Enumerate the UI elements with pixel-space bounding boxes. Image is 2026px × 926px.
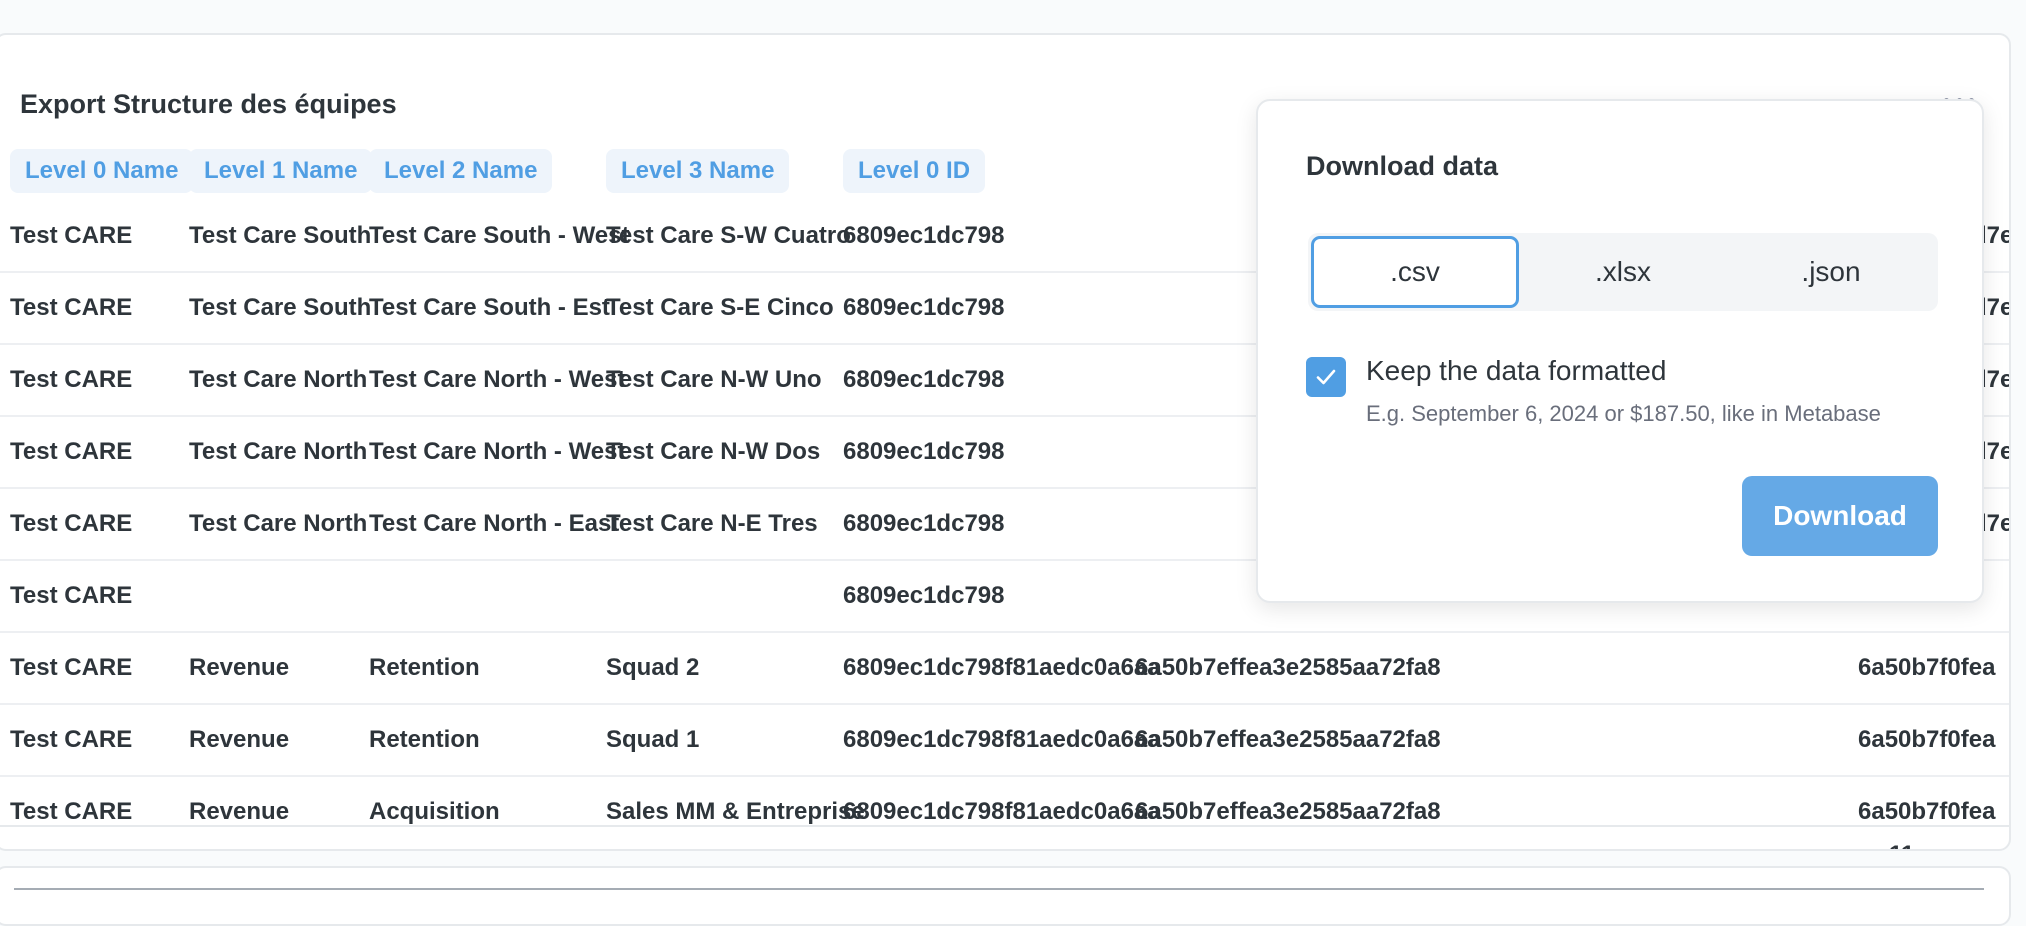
table-cell[interactable]: Test CARE (10, 345, 132, 415)
table-cell[interactable]: Retention (369, 633, 480, 703)
download-button[interactable]: Download (1742, 476, 1938, 556)
table-cell[interactable]: Test CARE (10, 633, 132, 703)
table-cell[interactable]: Test CARE (10, 705, 132, 775)
card-title: Export Structure des équipes (20, 89, 397, 119)
format-csv-option[interactable]: .csv (1311, 236, 1519, 308)
table-cell[interactable]: 6809ec1dc798 (843, 417, 1004, 487)
table-cell[interactable]: Test CARE (10, 417, 132, 487)
table-cell[interactable]: Test Care North (189, 417, 367, 487)
next-card (0, 866, 2011, 926)
table-cell[interactable]: Test Care N-W Dos (606, 417, 820, 487)
table-cell[interactable]: 6a50b7f0fea (1858, 777, 1995, 825)
table-cell[interactable]: Test CARE (10, 201, 132, 271)
row-count: 11 rows (1889, 841, 1977, 849)
table-cell[interactable]: 6809ec1dc798 (843, 273, 1004, 343)
column-header[interactable]: Level 0 ID (843, 149, 986, 193)
column-header[interactable]: Level 0 Name (10, 149, 194, 193)
table-cell[interactable]: 6a50b7effea3e2585aa72fa8 (1135, 777, 1441, 825)
format-xlsx-option[interactable]: .xlsx (1519, 236, 1727, 308)
table-cell[interactable]: Test Care South - West (369, 201, 629, 271)
table-cell[interactable]: 6a50b7f0fea (1858, 705, 1995, 775)
table-cell[interactable]: Test Care South - Est (369, 273, 610, 343)
table-cell[interactable]: 6a50b7effea3e2585aa72fa8 (1135, 633, 1441, 703)
table-cell[interactable]: Test Care S-E Cinco (606, 273, 834, 343)
table-cell[interactable]: Test CARE (10, 777, 132, 825)
table-cell[interactable]: Test Care North (189, 345, 367, 415)
check-icon (1316, 369, 1336, 385)
table-cell[interactable]: 6a50b7f0fea (1858, 633, 1995, 703)
table-row: Test CARE Revenue Retention Squad 1 6809… (0, 705, 2009, 777)
table-cell[interactable]: 6809ec1dc798 (843, 489, 1004, 559)
divider (14, 888, 1984, 890)
table-cell[interactable]: Retention (369, 705, 480, 775)
table-cell[interactable]: Squad 2 (606, 633, 699, 703)
table-cell[interactable]: Test CARE (10, 273, 132, 343)
table-cell[interactable]: Test Care N-W Uno (606, 345, 822, 415)
table-cell[interactable]: Test CARE (10, 561, 132, 631)
table-cell[interactable]: 6809ec1dc798f81aedc0a6aa (843, 633, 1161, 703)
table-cell[interactable]: Test Care S-W Cuatro (606, 201, 851, 271)
table-cell[interactable]: Test Care South (189, 201, 371, 271)
table-cell[interactable]: Test Care South (189, 273, 371, 343)
table-cell[interactable]: Revenue (189, 705, 289, 775)
table-cell[interactable]: Test CARE (10, 489, 132, 559)
download-popover: Download data .csv .xlsx .json Keep the … (1256, 99, 1984, 603)
popover-title: Download data (1306, 151, 1499, 181)
column-header[interactable]: Level 1 Name (189, 149, 373, 193)
keep-formatted-label[interactable]: Keep the data formatted (1366, 355, 1666, 387)
table-cell[interactable]: Test Care North - East (369, 489, 619, 559)
table-cell[interactable]: Sales MM & Entreprise (606, 777, 865, 825)
table-cell[interactable]: Test Care N-E Tres (606, 489, 818, 559)
table-cell[interactable]: Acquisition (369, 777, 500, 825)
table-cell[interactable]: Squad 1 (606, 705, 699, 775)
format-json-option[interactable]: .json (1727, 236, 1935, 308)
format-selector: .csv .xlsx .json (1308, 233, 1938, 311)
keep-formatted-checkbox[interactable] (1306, 357, 1346, 397)
table-cell[interactable]: 6809ec1dc798f81aedc0a6aa (843, 705, 1161, 775)
table-cell[interactable]: 6a50b7effea3e2585aa72fa8 (1135, 705, 1441, 775)
table-cell[interactable]: Revenue (189, 633, 289, 703)
table-row: Test CARE Revenue Acquisition Sales MM &… (0, 777, 2009, 825)
table-cell[interactable]: 6809ec1dc798 (843, 561, 1004, 631)
column-header[interactable]: Level 2 Name (369, 149, 553, 193)
table-cell[interactable]: Revenue (189, 777, 289, 825)
table-cell[interactable]: 6809ec1dc798 (843, 345, 1004, 415)
table-cell[interactable]: 6809ec1dc798 (843, 201, 1004, 271)
table-cell[interactable]: Test Care North (189, 489, 367, 559)
table-cell[interactable]: Test Care North - West (369, 345, 626, 415)
table-row: Test CARE Revenue Retention Squad 2 6809… (0, 633, 2009, 705)
table-cell[interactable]: Test Care North - West (369, 417, 626, 487)
table-cell[interactable]: 6809ec1dc798f81aedc0a6aa (843, 777, 1161, 825)
table-footer-divider (0, 825, 2009, 827)
column-header[interactable]: Level 3 Name (606, 149, 790, 193)
keep-formatted-hint: E.g. September 6, 2024 or $187.50, like … (1366, 401, 1881, 426)
